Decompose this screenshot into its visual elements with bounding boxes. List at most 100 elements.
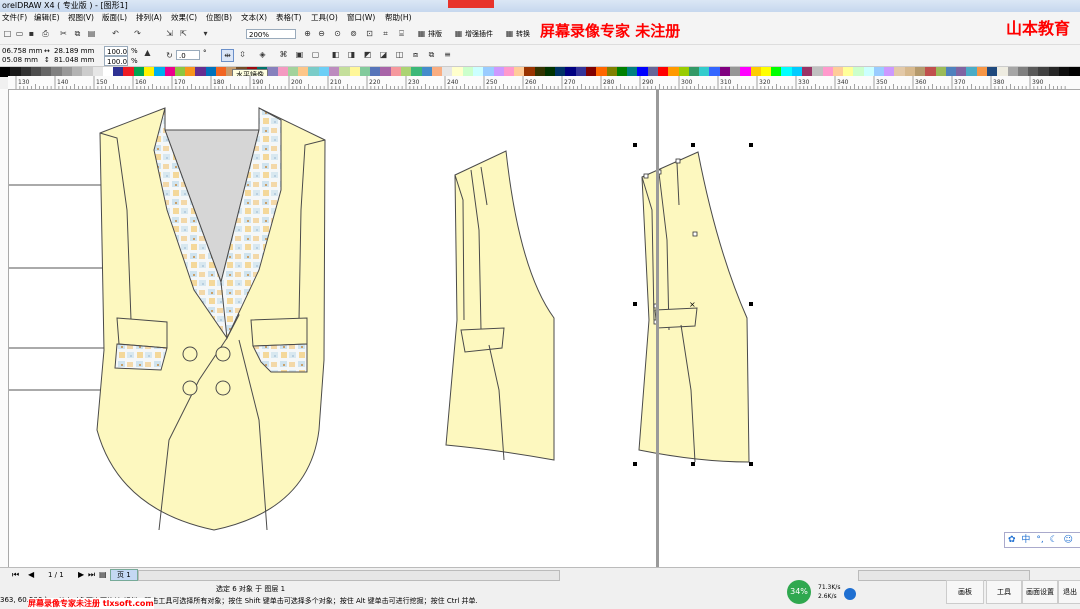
convert-label[interactable]: 转换 (516, 29, 530, 39)
front-minus-back-icon[interactable]: ◫ (394, 49, 405, 60)
ruler-label: 330 (798, 79, 810, 86)
menu-effects[interactable]: 效果(C) (171, 12, 197, 24)
menu-edit[interactable]: 编辑(E) (34, 12, 60, 24)
weld-icon[interactable]: ◧ (330, 49, 341, 60)
lock-ratio-icon[interactable]: ▲ (142, 47, 153, 58)
ruler-label: 280 (603, 79, 615, 86)
save-icon[interactable]: ▪ (26, 28, 37, 39)
menu-table[interactable]: 表格(T) (276, 12, 301, 24)
recording-indicator (448, 0, 494, 8)
page-setup-button[interactable]: 画面设置 (1022, 580, 1058, 604)
ime-smile-icon[interactable]: ☺ (1064, 535, 1073, 545)
scale-x-field[interactable]: 100.0 (104, 46, 128, 56)
zoom-selected-icon[interactable]: ⊙ (332, 28, 343, 39)
layout-label[interactable]: 排版 (428, 29, 442, 39)
page-last-icon[interactable]: ⏭ (88, 570, 95, 580)
mirror-horizontal-icon[interactable]: ⇹ (221, 49, 234, 62)
ruler-label: 130 (18, 79, 30, 86)
horizontal-scrollbar[interactable] (138, 570, 560, 581)
ruler-label: 380 (993, 79, 1005, 86)
rotation-unit: ° (203, 49, 207, 57)
ruler-label: 170 (174, 79, 186, 86)
zoom-in-icon[interactable]: ⊕ (302, 28, 313, 39)
vest-front-view[interactable] (96, 107, 326, 531)
exit-button[interactable]: 退出 (1058, 580, 1080, 604)
align-distribute-icon[interactable]: ◈ (257, 49, 268, 60)
rotation-field[interactable]: .0 (176, 50, 200, 60)
title-bar: orelDRAW X4 ( 专业版 ) - [图形1] (0, 0, 1080, 12)
zoom-all-icon[interactable]: ⊚ (348, 28, 359, 39)
mirror-vertical-icon[interactable]: ⇳ (237, 49, 248, 60)
ruler-label: 260 (525, 79, 537, 86)
ime-punctuation[interactable]: °, (1036, 535, 1043, 545)
copy-icon[interactable]: ⧉ (72, 28, 83, 39)
create-boundary-icon[interactable]: ⧉ (426, 49, 437, 60)
page-next-icon[interactable]: ▶ (78, 570, 84, 579)
drawing-canvas[interactable]: × (9, 90, 1080, 567)
vest-side-panel[interactable] (445, 150, 555, 461)
cpu-usage-badge[interactable]: 34% (787, 580, 811, 604)
back-minus-front-icon[interactable]: ⧈ (410, 49, 421, 60)
menu-file[interactable]: 文件(F) (2, 12, 27, 24)
zoom-page-icon[interactable]: ⊡ (364, 28, 375, 39)
zoom-level-select[interactable]: 200% (246, 29, 296, 39)
height-field[interactable]: 81.048 mm (52, 55, 98, 65)
watermark-center: 屏幕录像专家 未注册 (540, 22, 681, 40)
export-icon[interactable]: ⇱ (178, 28, 189, 39)
ime-toolbar[interactable]: ✿ 中 °, ☾ ☺ (1004, 532, 1080, 548)
watermark-bottom: 屏幕录像专家未注册 tlxsoft.com (28, 598, 154, 609)
print-icon[interactable]: ⎙ (40, 28, 51, 39)
menu-view[interactable]: 视图(V) (68, 12, 94, 24)
plugin-icon[interactable]: ▦ (453, 28, 464, 39)
undo-icon[interactable]: ↶ (110, 28, 121, 39)
vertical-ruler[interactable] (0, 89, 9, 567)
horizontal-ruler[interactable]: 130 140 150 160 170 180 190 200 210 220 230 240 250 2… (8, 76, 1080, 90)
scale-y-field[interactable]: 100.0 (104, 56, 128, 66)
ruler-label: 370 (954, 79, 966, 86)
new-icon[interactable]: □ (2, 28, 13, 39)
y-position-field[interactable]: 05.08 mm (0, 55, 44, 65)
menu-text[interactable]: 文本(X) (241, 12, 267, 24)
zoom-out-icon[interactable]: ⊖ (316, 28, 327, 39)
simplify-icon[interactable]: ◪ (378, 49, 389, 60)
ruler-ticks: 130 140 150 160 170 180 190 200 210 220 230 240 250 2… (15, 76, 1066, 89)
cut-icon[interactable]: ✂ (58, 28, 69, 39)
ime-paw-icon[interactable]: ✿ (1008, 535, 1016, 545)
group-icon[interactable]: ▣ (294, 49, 305, 60)
layout-icon[interactable]: ▦ (416, 28, 427, 39)
zoom-width-icon[interactable]: ⌗ (380, 28, 391, 39)
menu-arrange[interactable]: 排列(A) (136, 12, 162, 24)
menu-tools[interactable]: 工具(O) (311, 12, 338, 24)
trim-icon[interactable]: ◨ (346, 49, 357, 60)
ime-language[interactable]: 中 (1021, 535, 1030, 545)
paste-icon[interactable]: ▤ (86, 28, 97, 39)
import-icon[interactable]: ⇲ (164, 28, 175, 39)
redo-icon[interactable]: ↷ (132, 28, 143, 39)
page-first-icon[interactable]: ⏮ (12, 570, 19, 580)
open-icon[interactable]: ▭ (14, 28, 25, 39)
network-icon[interactable] (844, 588, 856, 600)
ime-moon-icon[interactable]: ☾ (1050, 535, 1058, 545)
ruler-label: 360 (915, 79, 927, 86)
ungroup-icon[interactable]: ▢ (310, 49, 321, 60)
page-tab[interactable]: 页 1 (110, 569, 138, 581)
menu-help[interactable]: 帮助(H) (385, 12, 412, 24)
board-button[interactable]: 画板 (946, 580, 984, 604)
tools-button[interactable]: 工具 (986, 580, 1022, 604)
convert-icon[interactable]: ▦ (504, 28, 515, 39)
menu-window[interactable]: 窗口(W) (347, 12, 375, 24)
zoom-height-icon[interactable]: ⌸ (396, 28, 407, 39)
outline-width-icon[interactable]: ≡ (442, 49, 453, 60)
plugin-label[interactable]: 增强插件 (465, 29, 493, 39)
vertical-guideline[interactable] (656, 90, 659, 567)
ruler-label: 390 (1032, 79, 1044, 86)
wrap-text-icon[interactable]: ⌘ (278, 49, 289, 60)
ruler-label: 240 (447, 79, 459, 86)
add-page-icon[interactable]: ▤ (99, 570, 107, 579)
menu-bitmap[interactable]: 位图(B) (206, 12, 232, 24)
net-download-speed: 2.6K/s (818, 593, 837, 600)
intersect-icon[interactable]: ◩ (362, 49, 373, 60)
page-prev-icon[interactable]: ◀ (28, 570, 34, 579)
menu-layout[interactable]: 版面(L) (102, 12, 127, 24)
application-launcher-icon[interactable]: ▾ (200, 28, 211, 39)
